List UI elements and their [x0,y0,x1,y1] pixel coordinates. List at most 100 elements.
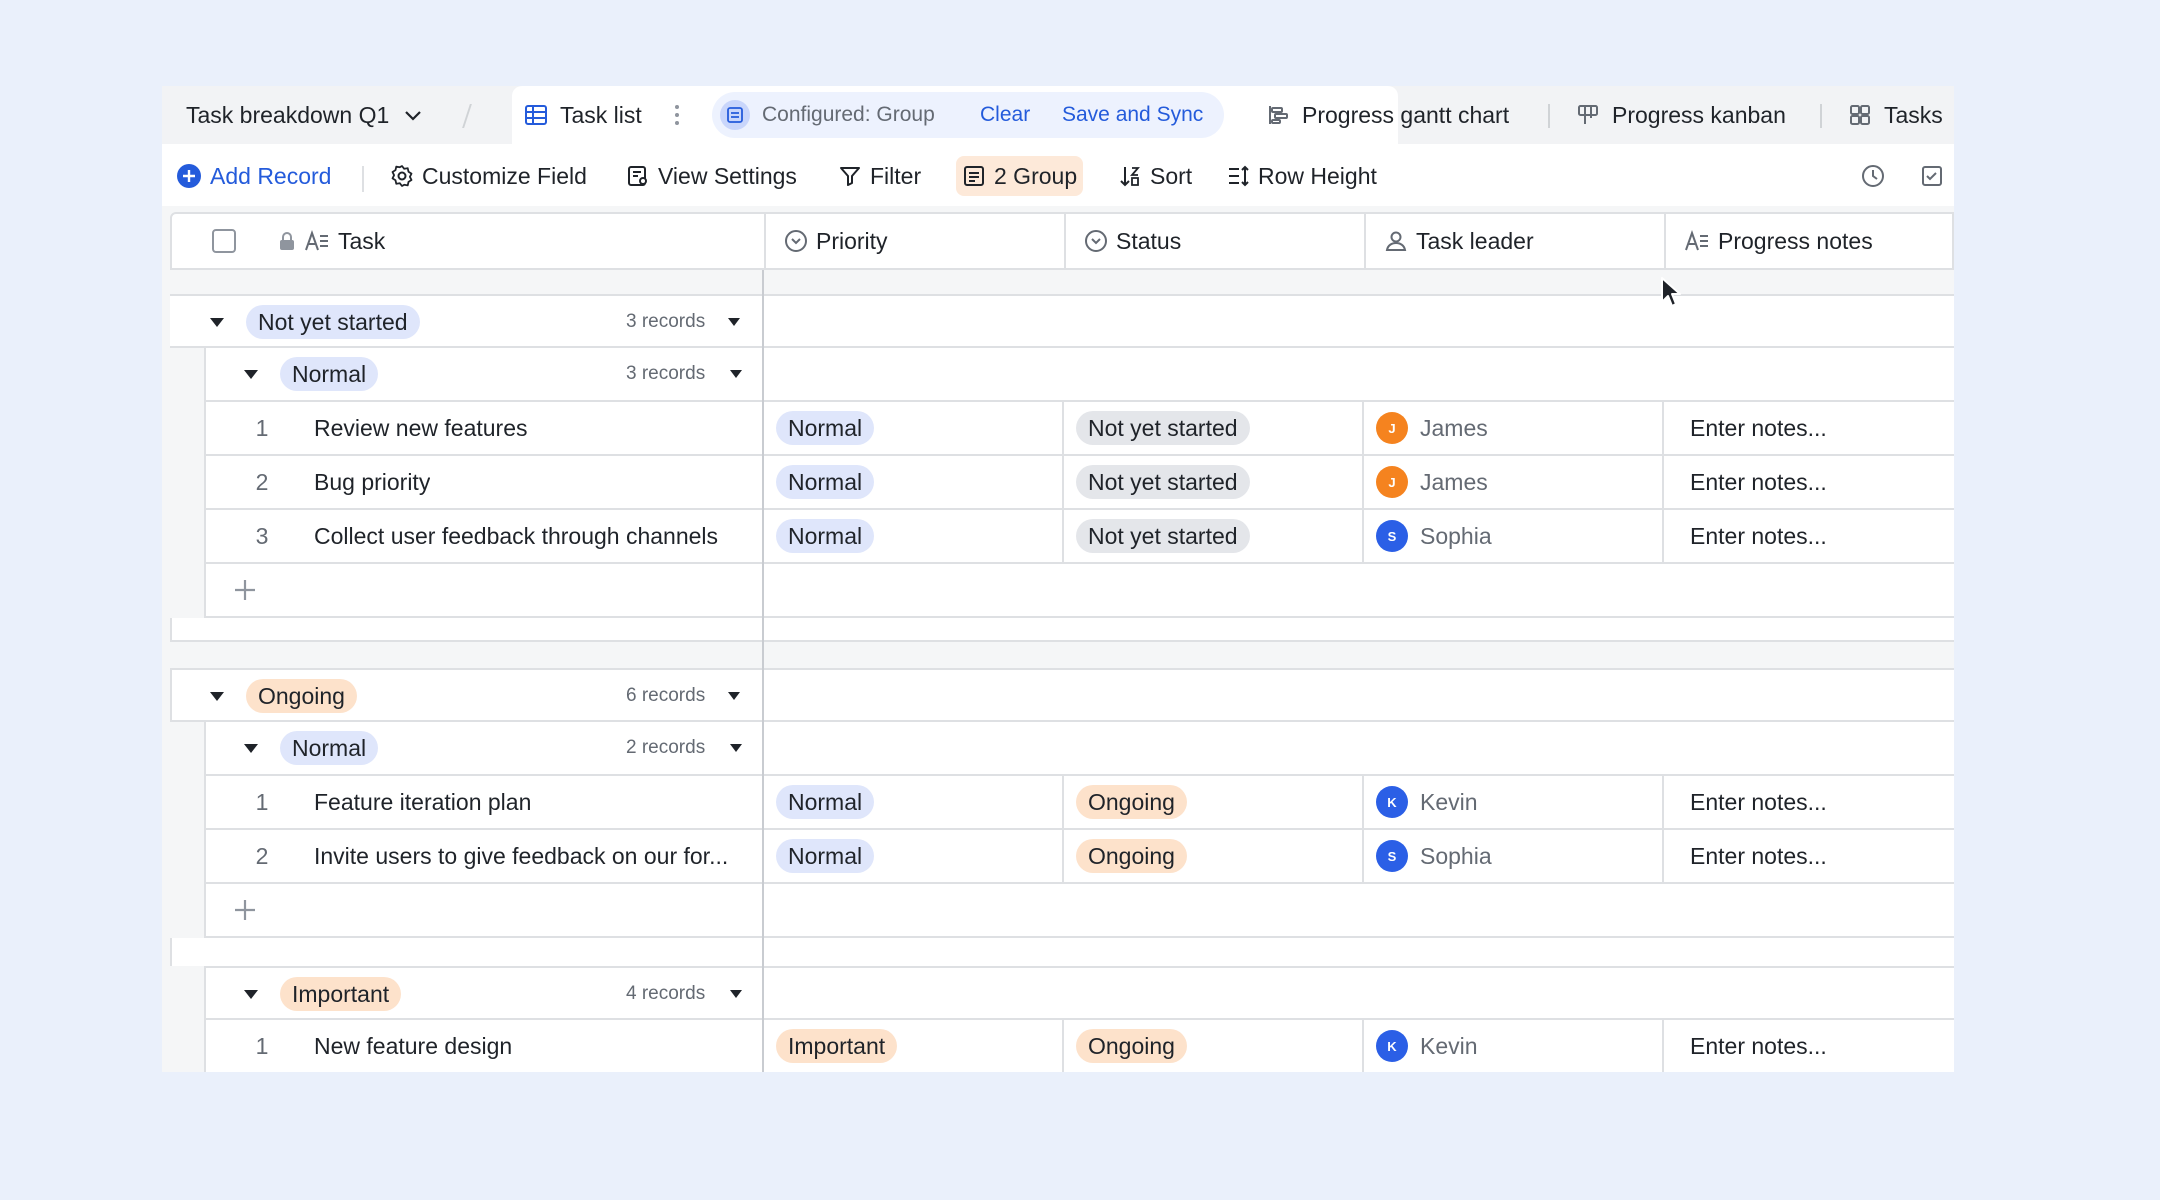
group-button[interactable]: 2 Group [956,156,1084,196]
group-header-ongoing[interactable]: Ongoing 6 records [170,668,1954,722]
table-name-dropdown[interactable]: Task breakdown Q1 [186,86,425,144]
table-row[interactable]: 3 Collect user feedback through channels… [204,510,1954,564]
plus-icon[interactable] [232,564,258,616]
collapse-caret-icon[interactable] [244,968,258,1020]
status-cell[interactable]: Not yet started [1076,510,1250,562]
collapse-caret-icon[interactable] [210,296,224,348]
row-height-label: Row Height [1258,162,1377,189]
tab-progress-kanban[interactable]: Progress kanban [1576,86,1786,144]
divider [1548,104,1550,128]
group-label: 2 Group [994,162,1078,189]
priority-cell[interactable]: Important [776,1020,898,1072]
subgroup-menu-caret-icon[interactable] [730,968,742,1020]
column-header-task-leader[interactable]: Task leader [1384,214,1534,268]
column-header-status[interactable]: Status [1084,214,1181,268]
task-cell[interactable]: Review new features [314,402,528,454]
avatar: K [1376,786,1408,818]
collapse-caret-icon[interactable] [210,670,224,722]
task-leader-cell[interactable]: K Kevin [1376,776,1478,828]
gear-icon [391,165,413,187]
task-leader-cell[interactable]: S Sophia [1376,830,1492,882]
history-button[interactable] [1854,156,1900,196]
group-menu-caret-icon[interactable] [728,670,740,722]
progress-notes-cell[interactable]: Enter notes... [1690,1020,1827,1072]
tab-task-list[interactable]: Task list [524,86,642,144]
task-cell[interactable]: Collect user feedback through channels [314,510,718,562]
table-row[interactable]: 1 Feature iteration plan Normal Ongoing … [204,776,1954,830]
subgroup-menu-caret-icon[interactable] [730,348,742,400]
collapse-caret-icon[interactable] [244,722,258,774]
task-cell[interactable]: Bug priority [314,456,430,508]
tab-progress-gantt-chart[interactable]: Progress gantt chart [1266,86,1509,144]
customize-field-button[interactable]: Customize Field [384,156,593,196]
gallery-icon [1850,105,1870,125]
column-header-label: Progress notes [1718,227,1873,254]
row-number: 2 [255,842,269,869]
task-leader-cell[interactable]: K Kevin [1376,1020,1478,1072]
subgroup-header-normal[interactable]: Normal 3 records [204,348,1954,402]
plus-icon[interactable] [232,884,258,936]
sort-button[interactable]: Sort [1112,156,1198,196]
group-header-not-yet-started[interactable]: Not yet started 3 records [170,294,1954,348]
add-record-button[interactable]: Add Record [170,156,337,196]
column-header-priority[interactable]: Priority [784,214,888,268]
divider [1062,776,1064,884]
divider [1362,1020,1364,1072]
subgroup-header-important[interactable]: Important 4 records [204,966,1954,1020]
checklist-button[interactable] [1914,156,1954,196]
status-cell[interactable]: Not yet started [1076,456,1250,508]
avatar: J [1376,466,1408,498]
column-header-label: Task [338,227,386,254]
frozen-column-divider[interactable] [762,270,764,1072]
avatar: K [1376,1030,1408,1062]
progress-notes-cell[interactable]: Enter notes... [1690,510,1827,562]
task-cell[interactable]: New feature design [314,1020,512,1072]
task-leader-cell[interactable]: J James [1376,456,1488,508]
history-icon [1862,165,1884,187]
task-leader-cell[interactable]: S Sophia [1376,510,1492,562]
group-count: 6 records [626,685,706,706]
progress-notes-cell[interactable]: Enter notes... [1690,776,1827,828]
column-header-label: Priority [816,227,888,254]
select-all-checkbox[interactable] [212,214,236,268]
table-row[interactable]: 1 New feature design Important Ongoing K… [204,1020,1954,1072]
column-header-progress-notes[interactable]: Progress notes [1684,214,1873,268]
priority-cell[interactable]: Normal [776,830,875,882]
priority-cell[interactable]: Normal [776,776,875,828]
row-height-button[interactable]: Row Height [1220,156,1383,196]
priority-cell[interactable]: Normal [776,510,875,562]
app-window: Task breakdown Q1 Task list Configured: … [162,86,1954,1072]
add-row[interactable] [204,564,1954,618]
tab-tasks[interactable]: Tasks [1848,86,1943,144]
group-menu-caret-icon[interactable] [728,296,740,348]
divider [1664,214,1666,268]
subgroup-menu-caret-icon[interactable] [730,722,742,774]
table-row[interactable]: 1 Review new features Normal Not yet sta… [204,402,1954,456]
text-field-icon [305,230,328,251]
progress-notes-cell[interactable]: Enter notes... [1690,402,1827,454]
status-cell[interactable]: Not yet started [1076,402,1250,454]
clear-button[interactable]: Clear [980,86,1030,144]
task-leader-cell[interactable]: J James [1376,402,1488,454]
progress-notes-cell[interactable]: Enter notes... [1690,830,1827,882]
more-options-icon[interactable] [674,86,692,144]
table-row[interactable]: 2 Invite users to give feedback on our f… [204,830,1954,884]
column-header-task[interactable]: Task [278,214,385,268]
text-field-icon [1685,230,1708,251]
status-cell[interactable]: Ongoing [1076,830,1187,882]
status-cell[interactable]: Ongoing [1076,1020,1187,1072]
priority-cell[interactable]: Normal [776,402,875,454]
task-cell[interactable]: Invite users to give feedback on our for… [314,830,762,882]
configured-text: Configured: Group [762,103,935,126]
task-cell[interactable]: Feature iteration plan [314,776,531,828]
add-row[interactable] [204,884,1954,938]
view-settings-button[interactable]: View Settings [620,156,803,196]
save-and-sync-button[interactable]: Save and Sync [1062,86,1203,144]
subgroup-header-normal[interactable]: Normal 2 records [204,722,1954,776]
priority-cell[interactable]: Normal [776,456,875,508]
collapse-caret-icon[interactable] [244,348,258,400]
filter-button[interactable]: Filter [832,156,927,196]
progress-notes-cell[interactable]: Enter notes... [1690,456,1827,508]
table-row[interactable]: 2 Bug priority Normal Not yet started JJ… [204,456,1954,510]
status-cell[interactable]: Ongoing [1076,776,1187,828]
